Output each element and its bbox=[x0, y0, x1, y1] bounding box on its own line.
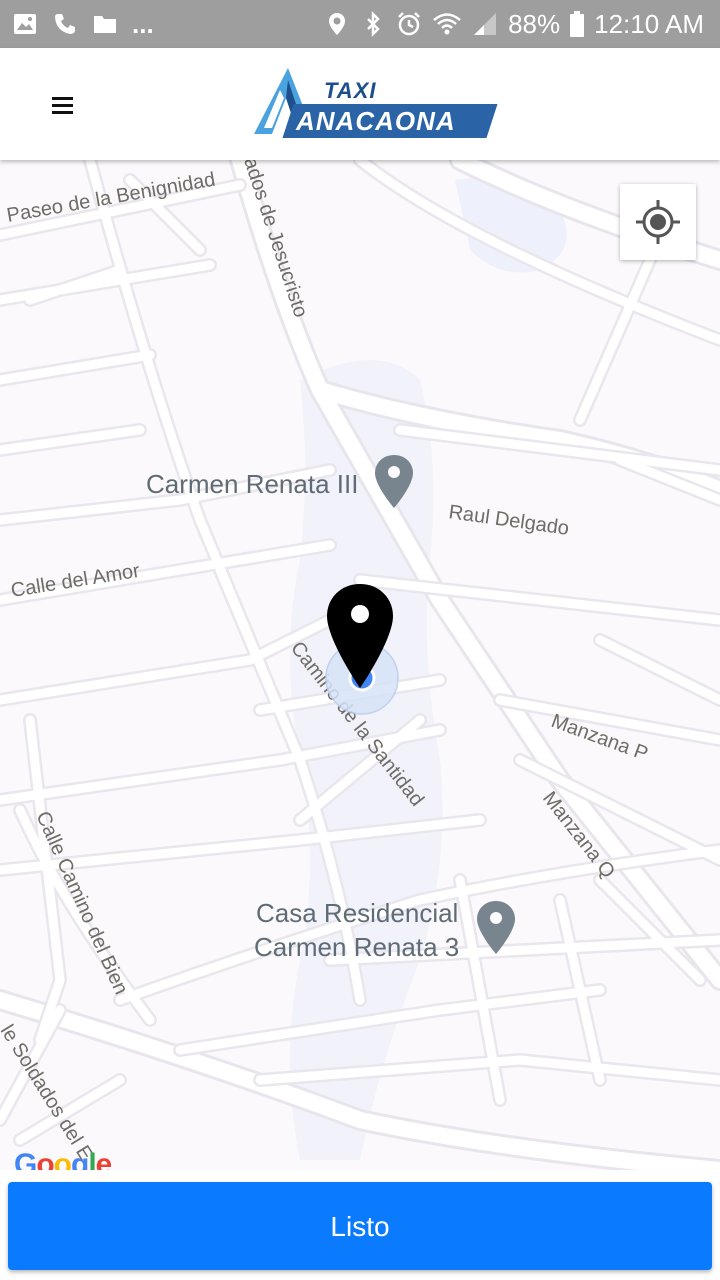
bluetooth-icon bbox=[367, 11, 380, 37]
signal-icon bbox=[474, 13, 497, 35]
my-location-button[interactable] bbox=[620, 184, 696, 260]
status-time: 12:10 AM bbox=[594, 8, 704, 39]
location-icon bbox=[329, 13, 346, 35]
image-icon bbox=[14, 14, 36, 34]
my-location-crosshair-icon bbox=[636, 200, 680, 244]
map-view[interactable]: Paseo de la Benignidad ados de Jesucrist… bbox=[0, 160, 720, 1170]
battery-icon bbox=[570, 11, 585, 37]
taxi-anacaona-logo: TAXI ANACAONA bbox=[252, 68, 498, 140]
battery-percent: 88% bbox=[508, 8, 561, 39]
poi-label: Casa Residencial bbox=[256, 898, 458, 928]
status-ellipsis: ... bbox=[132, 8, 154, 39]
app-bar: TAXI ANACAONA bbox=[0, 48, 720, 160]
google-attribution: Google bbox=[14, 1148, 112, 1170]
poi-label: Carmen Renata III bbox=[146, 469, 358, 499]
logo-main-text: ANACAONA bbox=[296, 106, 456, 136]
map-canvas[interactable]: Paseo de la Benignidad ados de Jesucrist… bbox=[0, 160, 720, 1170]
wifi-icon bbox=[433, 13, 461, 35]
folder-icon bbox=[94, 16, 116, 33]
poi-label: Carmen Renata 3 bbox=[254, 932, 459, 962]
street-label: Calle del Amor bbox=[9, 560, 141, 602]
listo-button-label: Listo bbox=[330, 1211, 390, 1242]
status-bar: ... 88% 12:10 AM bbox=[0, 0, 720, 48]
listo-button[interactable]: Listo bbox=[8, 1182, 712, 1270]
phone-icon bbox=[55, 14, 75, 34]
logo-top-text: TAXI bbox=[324, 78, 377, 103]
alarm-icon bbox=[398, 12, 420, 36]
status-bar-left: ... bbox=[12, 8, 154, 39]
hamburger-menu-icon[interactable] bbox=[44, 88, 80, 124]
status-bar-right: 88% 12:10 AM bbox=[324, 8, 704, 40]
street-label: Raul Delgado bbox=[447, 501, 570, 540]
